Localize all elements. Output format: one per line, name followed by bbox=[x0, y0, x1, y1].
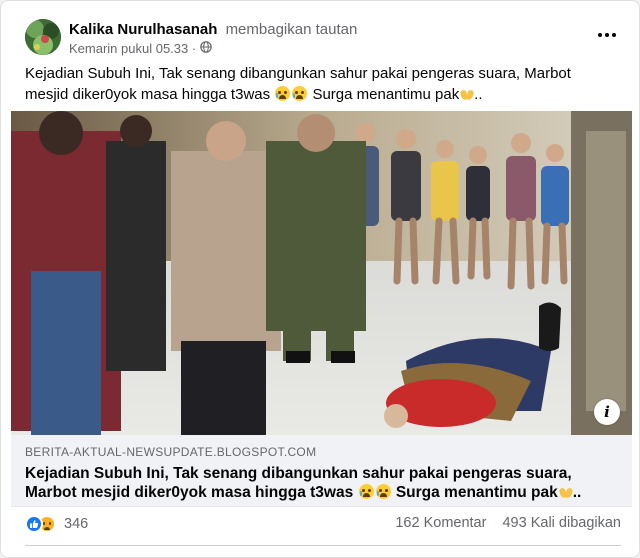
author-line: Kalika Nurulhasanah membagikan tautan bbox=[69, 21, 357, 38]
like-icon bbox=[25, 515, 43, 533]
globe-icon bbox=[200, 41, 212, 56]
post-photo[interactable]: i bbox=[11, 111, 632, 435]
reaction-count: 346 bbox=[64, 516, 89, 532]
share-count[interactable]: 493 Kali dibagikan bbox=[502, 515, 621, 531]
author-name[interactable]: Kalika Nurulhasanah bbox=[69, 21, 217, 38]
link-domain: BERITA-AKTUAL-NEWSUPDATE.BLOGSPOT.COM bbox=[25, 445, 317, 459]
info-icon[interactable]: i bbox=[594, 399, 620, 425]
raising-hands-icon bbox=[559, 486, 573, 499]
post-meta: Kemarin pukul 05.33 · bbox=[69, 41, 212, 56]
more-options-icon[interactable] bbox=[591, 23, 623, 47]
link-title: Kejadian Subuh Ini, Tak senang dibangunk… bbox=[25, 464, 615, 502]
author-action: membagikan tautan bbox=[225, 21, 358, 38]
reactions-summary[interactable]: 346 bbox=[25, 515, 88, 533]
crying-face-icon bbox=[292, 86, 308, 101]
post-text: Kejadian Subuh Ini, Tak senang dibangunk… bbox=[25, 63, 615, 105]
crying-face-icon bbox=[358, 484, 374, 499]
engagement-stats: 162 Komentar 493 Kali dibagikan bbox=[395, 515, 621, 531]
author-avatar[interactable] bbox=[25, 19, 61, 55]
crying-face-icon bbox=[275, 86, 291, 101]
post-text-part2: Surga menantimu pak bbox=[308, 86, 460, 103]
post-stats: 346 162 Komentar 493 Kali dibagikan bbox=[25, 515, 621, 537]
link-title-part2: Surga menantimu pak bbox=[391, 484, 558, 501]
post-header: Kalika Nurulhasanah membagikan tautan Ke… bbox=[25, 19, 623, 59]
post-card: Kalika Nurulhasanah membagikan tautan Ke… bbox=[0, 0, 640, 558]
raising-hands-icon bbox=[460, 88, 474, 101]
link-preview[interactable]: BERITA-AKTUAL-NEWSUPDATE.BLOGSPOT.COM Ke… bbox=[11, 435, 632, 507]
crying-face-icon bbox=[375, 484, 391, 499]
comment-count[interactable]: 162 Komentar bbox=[395, 515, 486, 531]
post-timestamp[interactable]: Kemarin pukul 05.33 · bbox=[69, 41, 196, 56]
link-title-part3: .. bbox=[572, 484, 582, 501]
divider bbox=[25, 545, 621, 546]
post-text-part3: .. bbox=[474, 86, 483, 103]
